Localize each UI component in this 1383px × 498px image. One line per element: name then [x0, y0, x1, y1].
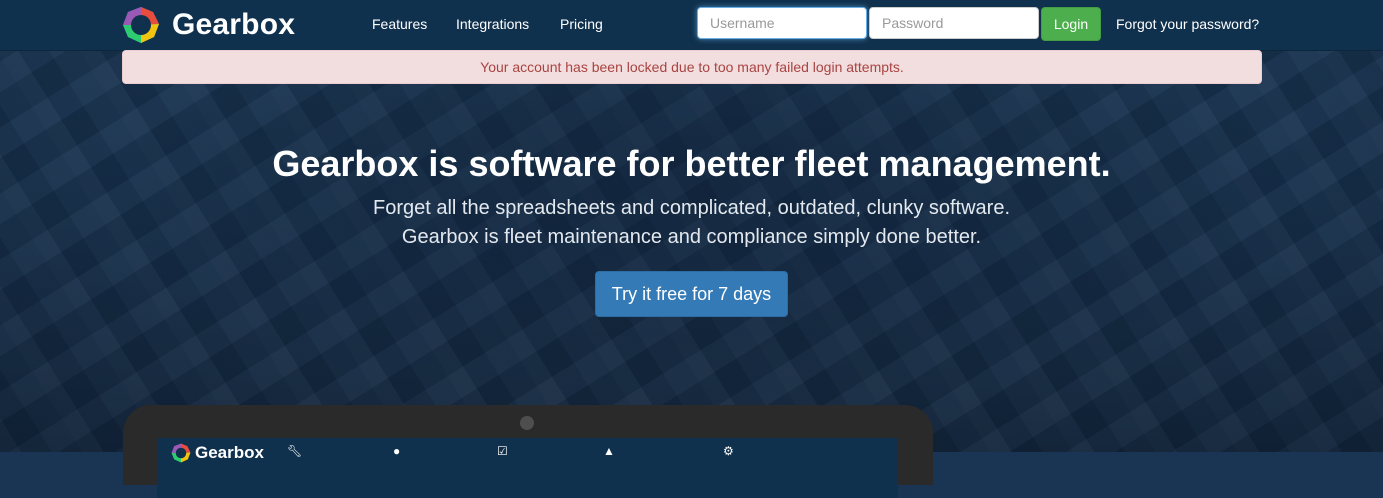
laptop-screen: Gearbox 🔧︎ ● ☑ ▲ ⚙: [157, 438, 898, 498]
username-input[interactable]: [697, 7, 867, 39]
preview-nav-item: 🔧︎: [287, 444, 307, 458]
map-marker-icon: ●: [393, 444, 401, 458]
preview-brand-name: Gearbox: [195, 443, 264, 462]
camera-dot: [520, 416, 534, 430]
gearbox-logo-icon: [123, 7, 159, 43]
nav-link-integrations[interactable]: Integrations: [456, 16, 529, 32]
forgot-password-link[interactable]: Forgot your password?: [1116, 16, 1259, 32]
hero-title: Gearbox is software for better fleet man…: [272, 143, 1111, 184]
preview-nav-item: ☑: [497, 444, 513, 458]
preview-brand: Gearbox: [171, 443, 264, 463]
gear-icon: ⚙: [723, 444, 734, 458]
account-locked-alert: Your account has been locked due to too …: [122, 50, 1262, 84]
nav-link-features[interactable]: Features: [372, 16, 427, 32]
login-button[interactable]: Login: [1041, 7, 1101, 41]
gearbox-logo-icon: [171, 443, 191, 463]
brand-name: Gearbox: [172, 8, 296, 41]
top-navbar: Gearbox Features Integrations Pricing Lo…: [0, 0, 1383, 51]
checkbox-icon: ☑: [497, 444, 508, 458]
preview-nav-item: ●: [393, 444, 405, 458]
hero-subtitle-line1: Forget all the spreadsheets and complica…: [372, 197, 1011, 219]
hero-subtitle-line2: Gearbox is fleet maintenance and complia…: [401, 226, 982, 248]
box-icon: ▲: [603, 444, 615, 458]
preview-nav-item: ⚙: [723, 444, 739, 458]
password-input[interactable]: [869, 7, 1039, 39]
nav-link-pricing[interactable]: Pricing: [560, 16, 603, 32]
alert-message: Your account has been locked due to too …: [480, 59, 904, 75]
preview-nav-item: ▲: [603, 444, 620, 458]
brand-logo-link[interactable]: Gearbox: [122, 6, 295, 44]
free-trial-button[interactable]: Try it free for 7 days: [595, 271, 788, 317]
wrench-icon: 🔧︎: [287, 444, 303, 458]
laptop-preview: Gearbox 🔧︎ ● ☑ ▲ ⚙: [123, 405, 933, 498]
